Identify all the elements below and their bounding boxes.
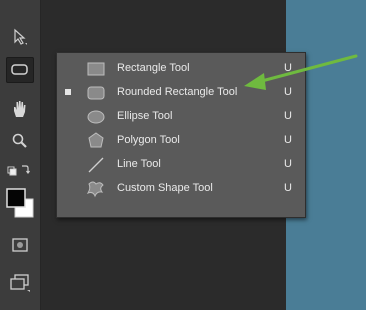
callout-arrow: [244, 54, 358, 90]
